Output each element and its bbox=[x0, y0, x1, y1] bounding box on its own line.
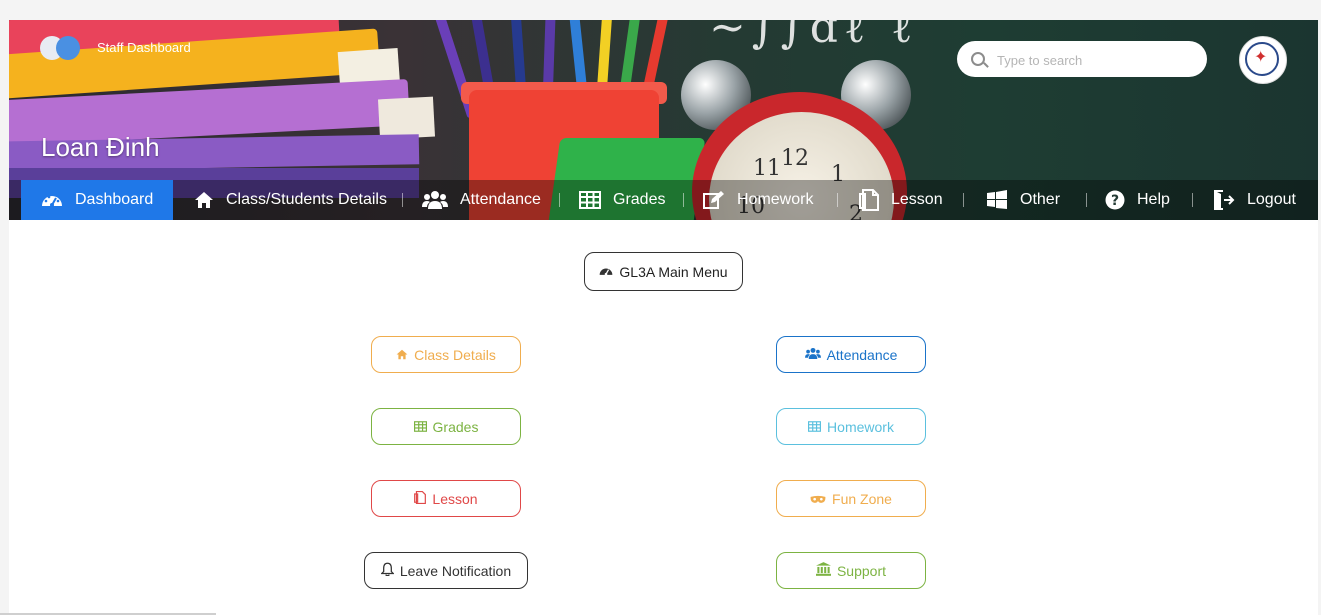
search-box[interactable] bbox=[957, 41, 1207, 77]
nav-label: Dashboard bbox=[75, 191, 154, 208]
logout-icon bbox=[1213, 190, 1235, 210]
button-label: Attendance bbox=[826, 346, 898, 363]
table-icon bbox=[808, 419, 822, 435]
nav-attendance[interactable]: Attendance bbox=[422, 180, 541, 220]
school-logo[interactable]: ✦ bbox=[1239, 36, 1287, 84]
lesson-button[interactable]: Lesson bbox=[371, 480, 521, 517]
bell-icon bbox=[380, 562, 395, 579]
main-menu-label: GL3A Main Menu bbox=[619, 263, 728, 280]
sidebar-toggle[interactable] bbox=[40, 36, 82, 60]
button-label: Leave Notification bbox=[399, 562, 512, 579]
nav-grades[interactable]: Grades bbox=[579, 180, 665, 220]
users-icon bbox=[804, 347, 821, 363]
button-label: Class Details bbox=[414, 346, 496, 363]
nav-label: Logout bbox=[1247, 191, 1296, 208]
nav-help[interactable]: ? Help bbox=[1105, 180, 1170, 220]
home-icon bbox=[396, 347, 408, 363]
support-button[interactable]: Support bbox=[776, 552, 926, 589]
grades-button[interactable]: Grades bbox=[371, 408, 521, 445]
brand-label[interactable]: Staff Dashboard bbox=[97, 40, 191, 55]
home-icon bbox=[194, 191, 214, 209]
nav-label: Grades bbox=[613, 191, 666, 208]
button-label: Support bbox=[836, 562, 887, 579]
nav-label: Homework bbox=[737, 191, 814, 208]
file-icon bbox=[859, 189, 879, 211]
nav-label: Class/Students Details bbox=[226, 191, 387, 208]
nav-homework[interactable]: Homework bbox=[703, 180, 813, 220]
nav-dashboard[interactable]: Dashboard bbox=[21, 180, 173, 220]
attendance-button[interactable]: Attendance bbox=[776, 336, 926, 373]
dashboard-icon bbox=[41, 191, 63, 209]
button-label: Homework bbox=[827, 418, 894, 435]
search-input[interactable] bbox=[995, 49, 1199, 71]
homework-button[interactable]: Homework bbox=[776, 408, 926, 445]
windows-icon bbox=[986, 190, 1008, 210]
nav-lesson[interactable]: Lesson bbox=[859, 180, 943, 220]
fun-zone-button[interactable]: Fun Zone bbox=[776, 480, 926, 517]
nav-class-students-details[interactable]: Class/Students Details bbox=[194, 180, 387, 220]
page: 12 1 2 11 10 9 ~∫∫ɑℓ ℓ Staff Dashboard L… bbox=[9, 20, 1318, 615]
file-icon bbox=[414, 490, 427, 507]
edit-icon bbox=[703, 191, 725, 209]
search-icon bbox=[971, 52, 985, 66]
header-banner: 12 1 2 11 10 9 ~∫∫ɑℓ ℓ Staff Dashboard L… bbox=[9, 20, 1318, 220]
nav-label: Help bbox=[1137, 191, 1170, 208]
button-label: Fun Zone bbox=[832, 490, 892, 507]
table-icon bbox=[579, 191, 601, 209]
nav-label: Attendance bbox=[460, 191, 541, 208]
main-nav: Dashboard Class/Students Details Attenda… bbox=[9, 180, 1318, 220]
bank-icon bbox=[815, 562, 831, 579]
users-icon bbox=[422, 190, 448, 210]
nav-label: Lesson bbox=[891, 191, 943, 208]
nav-label: Other bbox=[1020, 191, 1061, 208]
question-icon: ? bbox=[1105, 190, 1125, 210]
nav-other[interactable]: Other bbox=[986, 180, 1060, 220]
nav-logout[interactable]: Logout bbox=[1213, 180, 1296, 220]
leave-notification-button[interactable]: Leave Notification bbox=[364, 552, 528, 589]
mask-icon bbox=[810, 491, 826, 507]
dashboard-icon bbox=[599, 264, 613, 280]
user-name: Loan Đinh bbox=[41, 132, 160, 162]
main-menu-button[interactable]: GL3A Main Menu bbox=[584, 252, 743, 291]
button-label: Lesson bbox=[432, 490, 478, 507]
table-icon bbox=[413, 419, 427, 435]
svg-text:?: ? bbox=[1111, 193, 1119, 209]
button-label: Grades bbox=[432, 418, 479, 435]
class-details-button[interactable]: Class Details bbox=[371, 336, 521, 373]
